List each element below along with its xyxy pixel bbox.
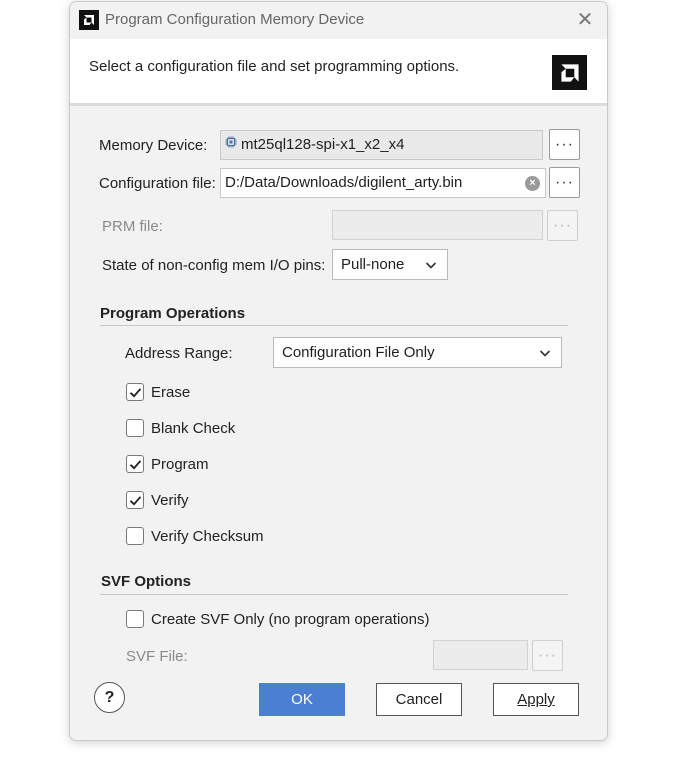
erase-checkbox-row[interactable]: Erase: [126, 382, 190, 402]
ok-button[interactable]: OK: [259, 683, 345, 716]
state-pins-value: Pull-none: [341, 256, 405, 273]
verify-label: Verify: [151, 491, 189, 509]
help-button[interactable]: ?: [94, 682, 125, 713]
chip-icon: [225, 131, 237, 158]
svf-file-input: [433, 640, 528, 670]
apply-button[interactable]: Apply: [493, 683, 579, 716]
blank-check-label: Blank Check: [151, 419, 236, 437]
header-description: Select a configuration file and set prog…: [89, 58, 460, 75]
create-svf-checkbox-row[interactable]: Create SVF Only (no program operations): [126, 609, 429, 629]
config-file-input[interactable]: D:/Data/Downloads/digilent_arty.bin ×: [220, 168, 546, 198]
verify-checksum-label: Verify Checksum: [151, 527, 264, 545]
svf-file-browse-button: ···: [532, 640, 563, 671]
blank-check-checkbox[interactable]: [126, 419, 144, 437]
cancel-button[interactable]: Cancel: [376, 683, 462, 716]
create-svf-label: Create SVF Only (no program operations): [151, 610, 430, 628]
window-title: Program Configuration Memory Device: [105, 11, 365, 28]
config-file-browse-button[interactable]: ···: [549, 167, 580, 198]
svf-options-title: SVF Options: [101, 573, 191, 590]
erase-label: Erase: [151, 383, 191, 401]
program-label: Program: [151, 455, 209, 473]
amd-logo-icon: [552, 55, 587, 90]
memory-device-value: mt25ql128-spi-x1_x2_x4: [241, 136, 405, 153]
close-icon[interactable]: ✕: [575, 10, 595, 30]
verify-checksum-checkbox[interactable]: [126, 527, 144, 545]
create-svf-checkbox[interactable]: [126, 610, 144, 628]
verify-checkbox[interactable]: [126, 491, 144, 509]
program-operations-title: Program Operations: [100, 305, 246, 322]
memory-device-label: Memory Device:: [99, 137, 208, 154]
dialog-header: Select a configuration file and set prog…: [70, 39, 607, 106]
chevron-down-icon: [425, 262, 437, 269]
prm-file-input: [332, 210, 543, 240]
address-range-select[interactable]: Configuration File Only: [273, 337, 562, 368]
state-pins-label: State of non-config mem I/O pins:: [102, 257, 326, 274]
section-divider: [100, 325, 568, 326]
config-file-value: D:/Data/Downloads/digilent_arty.bin: [225, 174, 463, 191]
address-range-value: Configuration File Only: [282, 344, 435, 361]
blank-check-checkbox-row[interactable]: Blank Check: [126, 418, 235, 438]
clear-icon[interactable]: ×: [525, 176, 540, 191]
verify-checksum-checkbox-row[interactable]: Verify Checksum: [126, 526, 264, 546]
prm-file-label: PRM file:: [102, 218, 163, 235]
chevron-down-icon: [539, 350, 551, 357]
memory-device-browse-button[interactable]: ···: [549, 129, 580, 160]
prm-file-browse-button: ···: [547, 210, 578, 241]
address-range-label: Address Range:: [125, 345, 233, 362]
state-pins-select[interactable]: Pull-none: [332, 249, 448, 280]
erase-checkbox[interactable]: [126, 383, 144, 401]
verify-checkbox-row[interactable]: Verify: [126, 490, 189, 510]
title-bar: Program Configuration Memory Device ✕: [70, 2, 607, 39]
program-config-memory-dialog: Program Configuration Memory Device ✕ Se…: [69, 1, 608, 741]
program-checkbox-row[interactable]: Program: [126, 454, 209, 474]
config-file-label: Configuration file:: [99, 175, 216, 192]
section-divider: [100, 594, 568, 595]
memory-device-field: mt25ql128-spi-x1_x2_x4: [220, 130, 543, 160]
amd-logo-icon: [79, 10, 99, 30]
svf-file-label: SVF File:: [126, 648, 188, 665]
program-checkbox[interactable]: [126, 455, 144, 473]
